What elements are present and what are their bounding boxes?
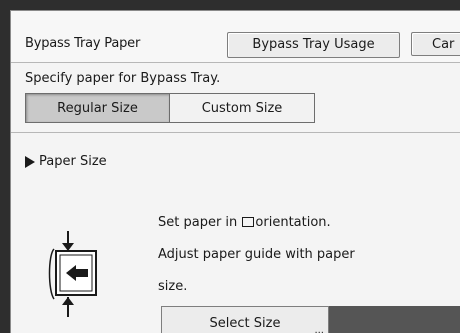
more-ellipsis: ... [314, 325, 324, 333]
divider [11, 132, 460, 133]
instruction-text: Specify paper for Bypass Tray. [25, 71, 221, 86]
paper-orientation-icon [242, 217, 255, 227]
paper-size-label: Paper Size [39, 154, 107, 169]
instruction-message: Set paper in orientation. Adjust paper g… [158, 199, 388, 295]
message-line2: Adjust paper guide with paper [158, 247, 355, 262]
message-line1-end: orientation. [255, 215, 331, 230]
page-title: Bypass Tray Paper [25, 36, 141, 51]
cancel-button[interactable]: Car [411, 32, 460, 56]
header-bar: Bypass Tray Paper Bypass Tray Usage Car [11, 11, 460, 63]
bypass-tray-usage-button[interactable]: Bypass Tray Usage [227, 32, 400, 58]
paper-size-section: Paper Size [25, 154, 107, 169]
paper-guide-icon [46, 231, 106, 325]
select-size-label: Select Size [209, 316, 281, 331]
message-line3: size. [158, 279, 188, 294]
dark-panel [329, 306, 460, 333]
dialog-window: Bypass Tray Paper Bypass Tray Usage Car … [10, 10, 460, 333]
tab-custom-size[interactable]: Custom Size [170, 93, 315, 123]
message-line1-start: Set paper in [158, 215, 242, 230]
triangle-right-icon [25, 155, 35, 168]
select-size-button[interactable]: Select Size ... [161, 306, 329, 333]
tab-regular-size[interactable]: Regular Size [25, 93, 170, 123]
